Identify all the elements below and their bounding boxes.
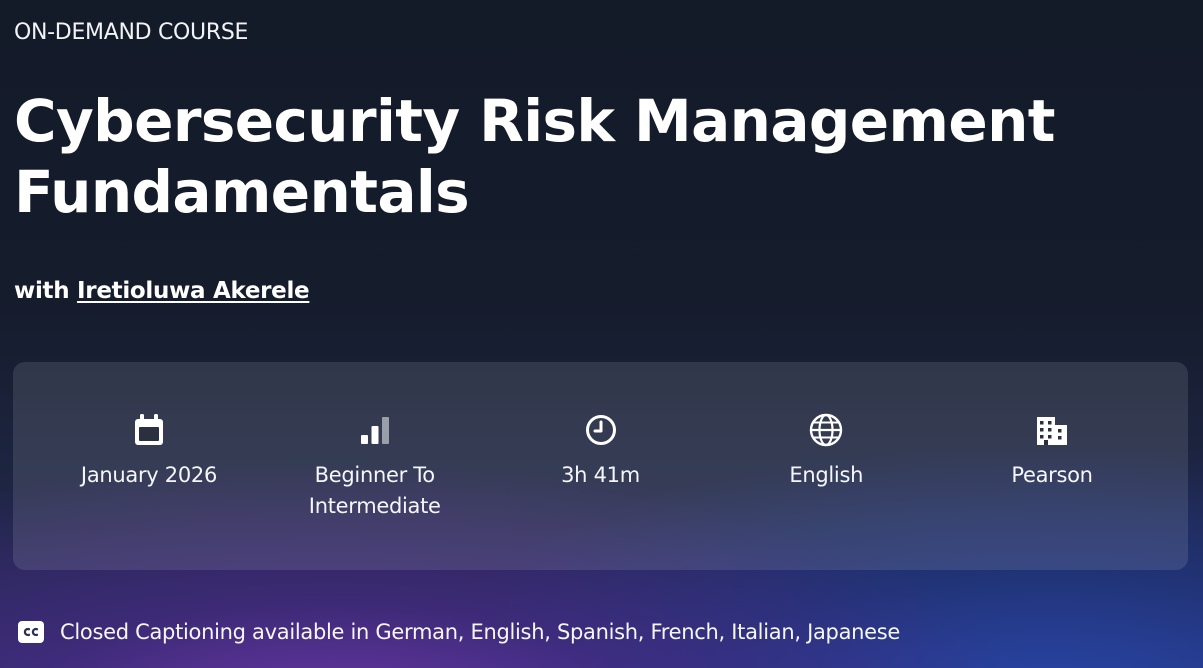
publisher: Pearson (942, 362, 1162, 570)
course-hero: { "hero": { "eyebrow": "ON-DEMAND COURSE… (0, 0, 1203, 668)
clock-icon (585, 415, 616, 445)
course-type-label: ON-DEMAND COURSE (14, 20, 249, 45)
release-date-label: January 2026 (80, 463, 218, 487)
calendar-icon (135, 414, 163, 445)
course-title: Cybersecurity Risk Management Fundamenta… (14, 87, 1056, 226)
release-date: January 2026 (39, 362, 259, 570)
closed-captions-icon (18, 621, 44, 643)
closed-captioning-text: Closed Captioning available in German, E… (60, 620, 901, 644)
language-label: English (789, 463, 864, 487)
duration: 3h 41m (491, 362, 711, 570)
building-icon (1037, 417, 1067, 445)
duration-label: 3h 41m (561, 463, 640, 487)
globe-icon (810, 413, 843, 447)
skill-level-label: Beginner To Intermediate (308, 463, 441, 518)
skill-level: Beginner To Intermediate (265, 362, 485, 570)
instructor-byline: with Iretioluwa Akerele (14, 278, 310, 304)
language: English (716, 362, 936, 570)
closed-captioning-info: Closed Captioning available in German, E… (18, 620, 900, 644)
signal-bars-icon (360, 417, 389, 444)
instructor-link[interactable]: Iretioluwa Akerele (77, 278, 310, 304)
course-details-panel: January 2026 Beginner To Intermediate 3h… (13, 362, 1188, 570)
publisher-label: Pearson (1011, 463, 1093, 487)
byline-prefix: with (14, 278, 70, 304)
